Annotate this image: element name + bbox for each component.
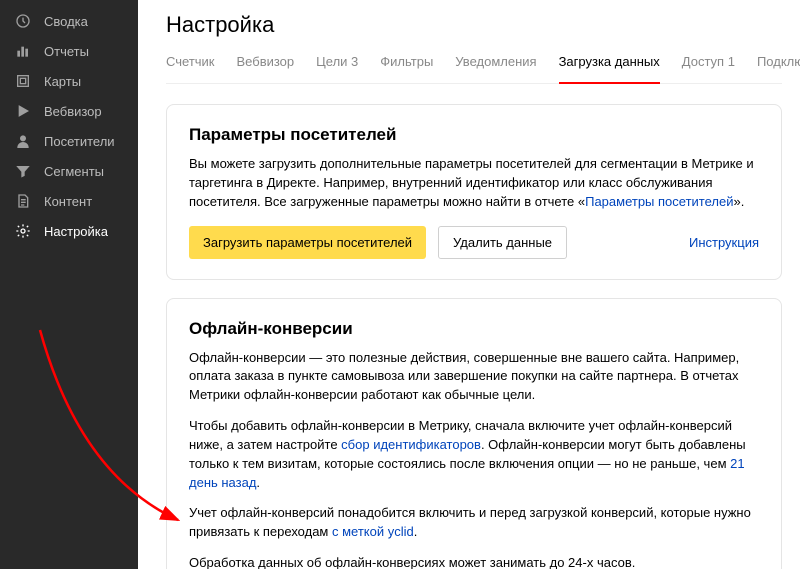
visitor-params-link[interactable]: Параметры посетителей <box>585 194 733 209</box>
sidebar-item-label: Настройка <box>44 224 108 239</box>
tab-goals[interactable]: Цели 3 <box>316 54 358 83</box>
sidebar-item-label: Посетители <box>44 134 115 149</box>
card-visitor-title: Параметры посетителей <box>189 125 759 145</box>
sidebar-item-content[interactable]: Контент <box>0 186 138 216</box>
sidebar-item-segments[interactable]: Сегменты <box>0 156 138 186</box>
tab-filters[interactable]: Фильтры <box>380 54 433 83</box>
tab-webvisor[interactable]: Вебвизор <box>237 54 295 83</box>
offline-p3: Учет офлайн-конверсий понадобится включи… <box>189 504 759 542</box>
card-visitor-params: Параметры посетителей Вы можете загрузит… <box>166 104 782 280</box>
bars-icon <box>14 42 32 60</box>
text: ». <box>733 194 744 209</box>
sidebar: Сводка Отчеты Карты Вебвизор Посетители Сегме… <box>0 0 138 569</box>
sidebar-item-label: Вебвизор <box>44 104 102 119</box>
card-visitor-desc: Вы можете загрузить дополнительные парам… <box>189 155 759 212</box>
tab-counter[interactable]: Счетчик <box>166 54 215 83</box>
main-content: Настройка Счетчик Вебвизор Цели 3 Фильтры Ув… <box>138 0 800 569</box>
text: . <box>414 524 418 539</box>
sidebar-item-visitors[interactable]: Посетители <box>0 126 138 156</box>
page-title: Настройка <box>166 12 782 38</box>
sidebar-item-settings[interactable]: Настройка <box>0 216 138 246</box>
gear-icon <box>14 222 32 240</box>
tabs: Счетчик Вебвизор Цели 3 Фильтры Уведомления З… <box>166 54 782 84</box>
offline-p4: Обработка данных об офлайн-конверсиях мо… <box>189 554 759 569</box>
card-offline-conversions: Офлайн-конверсии Офлайн-конверсии — это … <box>166 298 782 569</box>
card-offline-title: Офлайн-конверсии <box>189 319 759 339</box>
sidebar-item-label: Сегменты <box>44 164 104 179</box>
sidebar-item-maps[interactable]: Карты <box>0 66 138 96</box>
visitor-instruction-link[interactable]: Инструкция <box>689 235 759 250</box>
sidebar-item-label: Карты <box>44 74 81 89</box>
tab-notifications[interactable]: Уведомления <box>455 54 536 83</box>
text: . <box>256 475 260 490</box>
sidebar-item-label: Отчеты <box>44 44 89 59</box>
sidebar-item-label: Контент <box>44 194 92 209</box>
clock-icon <box>14 12 32 30</box>
tab-connect-reports[interactable]: Подключение отчетов <box>757 54 800 83</box>
id-collection-link[interactable]: сбор идентификаторов <box>341 437 481 452</box>
card-visitor-actions: Загрузить параметры посетителей Удалить … <box>189 226 759 259</box>
text: Учет офлайн-конверсий понадобится включи… <box>189 505 751 539</box>
tab-data-upload[interactable]: Загрузка данных <box>559 54 660 83</box>
sidebar-item-label: Сводка <box>44 14 88 29</box>
file-icon <box>14 192 32 210</box>
delete-data-button[interactable]: Удалить данные <box>438 226 567 259</box>
tab-access[interactable]: Доступ 1 <box>682 54 735 83</box>
offline-p1: Офлайн-конверсии — это полезные действия… <box>189 349 759 406</box>
offline-p2: Чтобы добавить офлайн-конверсии в Метрик… <box>189 417 759 492</box>
upload-visitor-params-button[interactable]: Загрузить параметры посетителей <box>189 226 426 259</box>
square-icon <box>14 72 32 90</box>
user-icon <box>14 132 32 150</box>
filter-icon <box>14 162 32 180</box>
sidebar-item-webvisor[interactable]: Вебвизор <box>0 96 138 126</box>
yclid-link[interactable]: с меткой yclid <box>332 524 414 539</box>
sidebar-item-summary[interactable]: Сводка <box>0 6 138 36</box>
play-icon <box>14 102 32 120</box>
sidebar-item-reports[interactable]: Отчеты <box>0 36 138 66</box>
